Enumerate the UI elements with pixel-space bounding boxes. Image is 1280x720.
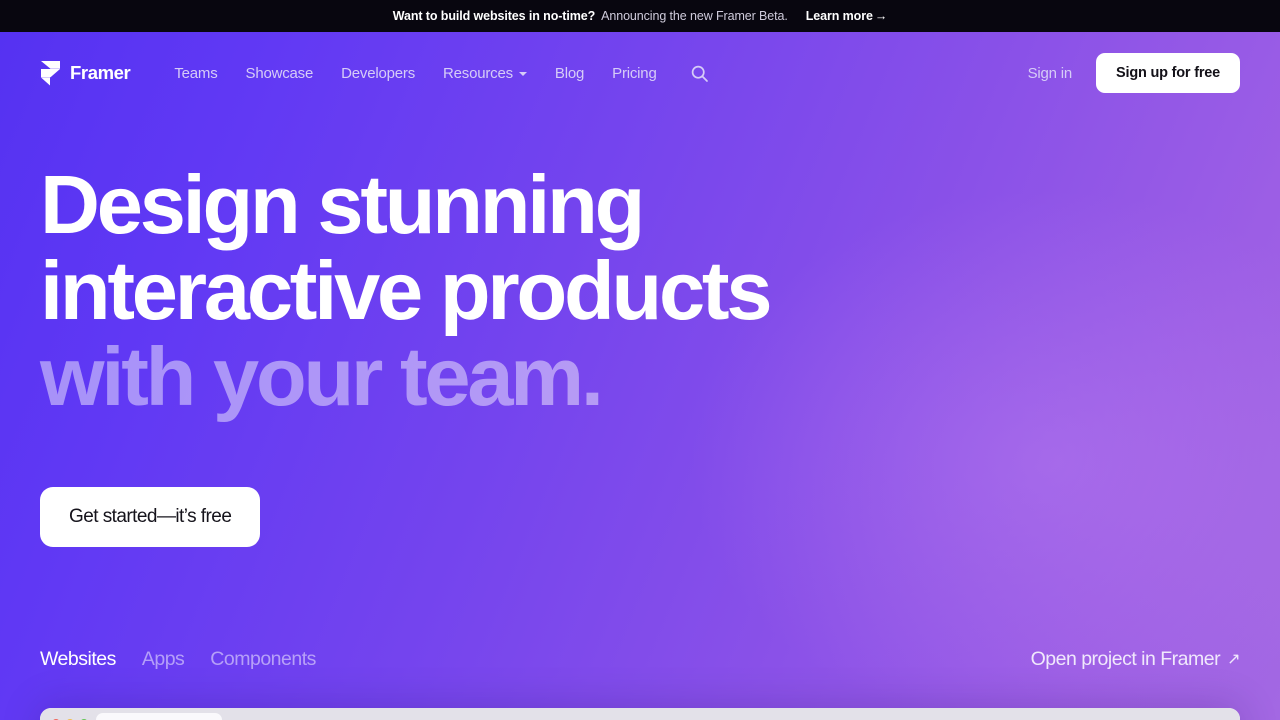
headline-line-3: with your team. [40,330,604,423]
tab-apps[interactable]: Apps [142,648,185,671]
browser-tab-strip: Landing Page - Framer × + [40,708,1240,720]
announcement-regular-text: Announcing the new Framer Beta. [601,9,788,23]
tab-components[interactable]: Components [210,648,316,671]
nav-link-showcase[interactable]: Showcase [232,59,328,88]
brand-name: Framer [70,62,131,83]
chevron-down-icon [518,72,527,76]
search-button[interactable] [689,62,711,84]
arrow-up-right-icon: ↗ [1227,651,1240,668]
sign-up-button[interactable]: Sign up for free [1096,53,1240,93]
nav-right-actions: Sign in Sign up for free [1014,53,1240,93]
nav-link-blog[interactable]: Blog [541,59,598,88]
project-tabs-row: Websites Apps Components Open project in… [40,644,1240,674]
announcement-bar: Want to build websites in no-time? Annou… [0,0,1280,32]
page-title: Design stunning interactive products wit… [40,162,840,420]
nav-link-pricing[interactable]: Pricing [598,59,670,88]
arrow-right-icon: → [874,9,888,23]
announcement-learn-more-link[interactable]: Learn more → [806,9,888,23]
open-project-label: Open project in Framer [1030,647,1221,670]
browser-preview-mockup: Landing Page - Framer × + ← → ⟳ 🔒 framer… [40,708,1240,720]
sign-in-link[interactable]: Sign in [1014,57,1086,90]
nav-links: Teams Showcase Developers Resources Blog… [160,59,710,88]
nav-link-label: Resources [443,64,513,82]
announcement-bold-text: Want to build websites in no-time? [392,9,596,23]
framer-landing-page: Want to build websites in no-time? Annou… [0,0,1280,720]
tab-websites[interactable]: Websites [40,648,116,671]
nav-link-label: Developers [341,64,415,82]
project-tabs: Websites Apps Components [40,648,316,671]
nav-link-label: Pricing [612,64,657,82]
hero-headline: Design stunning interactive products wit… [40,162,840,420]
get-started-button[interactable]: Get started—it’s free [40,487,261,547]
headline-line-2: interactive products [40,244,773,337]
open-project-in-framer-link[interactable]: Open project in Framer ↗ [1030,647,1241,671]
announcement-link-label: Learn more [805,9,873,23]
nav-link-label: Teams [174,64,218,82]
search-icon [691,65,708,82]
main-navigation: Framer Teams Showcase Developers Resourc… [0,32,1280,114]
nav-link-resources[interactable]: Resources [429,59,541,88]
headline-line-1: Design stunning [40,158,645,251]
brand-home-link[interactable]: Framer [40,60,131,86]
nav-link-label: Showcase [245,64,314,82]
nav-link-label: Blog [554,64,585,82]
browser-tab[interactable]: Landing Page - Framer × [96,713,222,720]
framer-logo-icon [41,61,60,86]
nav-link-developers[interactable]: Developers [327,59,429,88]
hero-section: Framer Teams Showcase Developers Resourc… [0,32,1280,720]
nav-link-teams[interactable]: Teams [160,59,231,88]
